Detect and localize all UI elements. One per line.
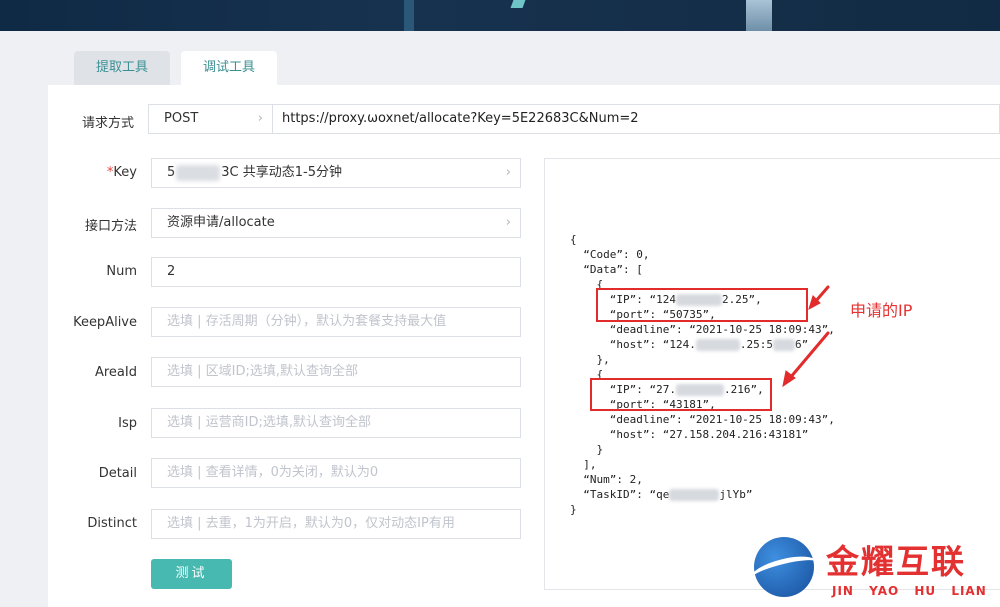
watermark-logo: 金耀互联 JIN YAO HU LIAN	[748, 537, 1000, 607]
top-banner	[0, 0, 1000, 31]
num-input[interactable]: 2	[151, 257, 521, 287]
areaid-label: AreaId	[94, 365, 137, 380]
key-select[interactable]: 5 3C 共享动态1-5分钟 ›	[151, 158, 521, 188]
tab-extract-tool[interactable]: 提取工具	[74, 51, 170, 85]
json-line: “host”: “27.158.204.216:43181”	[570, 428, 809, 441]
distinct-label: Distinct	[87, 516, 137, 531]
chevron-right-icon: ›	[505, 215, 511, 230]
num-label: Num	[106, 264, 137, 279]
isp-input[interactable]: 选填 | 运营商ID;选填,默认查询全部	[151, 408, 521, 438]
redacted-blur	[695, 339, 740, 351]
annotation-text: 申请的IP	[850, 301, 913, 320]
response-json: { “Code”: 0, “Data”: [ { “IP”: “124 2.25”…	[570, 232, 835, 517]
method-select[interactable]: POST ›	[148, 104, 273, 134]
key-value-prefix: 5	[167, 165, 176, 180]
json-line: jlYb”	[719, 488, 753, 501]
url-input[interactable]: https://proxy.ωoxnet/allocate?Key=5E2268…	[273, 104, 1000, 134]
chevron-right-icon: ›	[505, 165, 511, 180]
method-value: POST	[164, 111, 199, 126]
json-line: }	[570, 443, 604, 456]
test-button[interactable]: 测试	[151, 559, 232, 589]
keepalive-label: KeepAlive	[73, 315, 137, 330]
redacted-blur	[772, 339, 795, 351]
json-line: “Code”: 0,	[570, 248, 650, 261]
banner-decoration	[404, 0, 414, 31]
key-label: *Key	[47, 165, 137, 180]
isp-label: Isp	[118, 416, 137, 431]
json-line: }	[570, 503, 577, 516]
api-method-select[interactable]: 资源申请/allocate ›	[151, 208, 521, 238]
detail-label: Detail	[98, 466, 137, 481]
distinct-input[interactable]: 选填 | 去重，1为开启，默认为0，仅对动态IP有用	[151, 509, 521, 539]
areaid-input[interactable]: 选填 | 区域ID;选填,默认查询全部	[151, 357, 521, 387]
highlight-box	[590, 378, 772, 411]
json-line: “deadline”: “2021-10-25 18:09:43”,	[570, 413, 835, 426]
json-line: “TaskID”: “qe	[570, 488, 670, 501]
json-line: 6”	[794, 338, 809, 351]
api-method-label: 接口方法	[84, 219, 137, 234]
key-label-text: Key	[113, 165, 137, 180]
redacted-blur	[176, 164, 221, 181]
request-method-label: 请求方式	[81, 116, 134, 131]
detail-input[interactable]: 选填 | 查看详情，0为关闭，默认为0	[151, 458, 521, 488]
json-line: “deadline”: “2021-10-25 18:09:43”,	[570, 323, 835, 336]
tab-debug-tool[interactable]: 调试工具	[181, 51, 277, 85]
keepalive-input[interactable]: 选填 | 存活周期（分钟），默认为套餐支持最大值	[151, 307, 521, 337]
json-line: .25:5	[739, 338, 773, 351]
key-value-suffix: 3C 共享动态1-5分钟	[221, 165, 342, 180]
json-line: “Num”: 2,	[570, 473, 643, 486]
json-line: ],	[570, 458, 597, 471]
banner-decoration	[746, 0, 772, 31]
banner-decoration	[510, 0, 526, 8]
chevron-right-icon: ›	[257, 111, 263, 126]
logo-text-en: JIN YAO HU LIAN	[832, 584, 987, 598]
json-line: “Data”: [	[570, 263, 643, 276]
json-line: },	[570, 353, 610, 366]
api-method-value: 资源申请/allocate	[167, 215, 275, 230]
json-line: {	[570, 233, 577, 246]
highlight-box	[596, 288, 808, 322]
logo-text-cn: 金耀互联	[826, 542, 966, 581]
redacted-blur	[669, 489, 720, 501]
json-line: “host”: “124.	[570, 338, 696, 351]
